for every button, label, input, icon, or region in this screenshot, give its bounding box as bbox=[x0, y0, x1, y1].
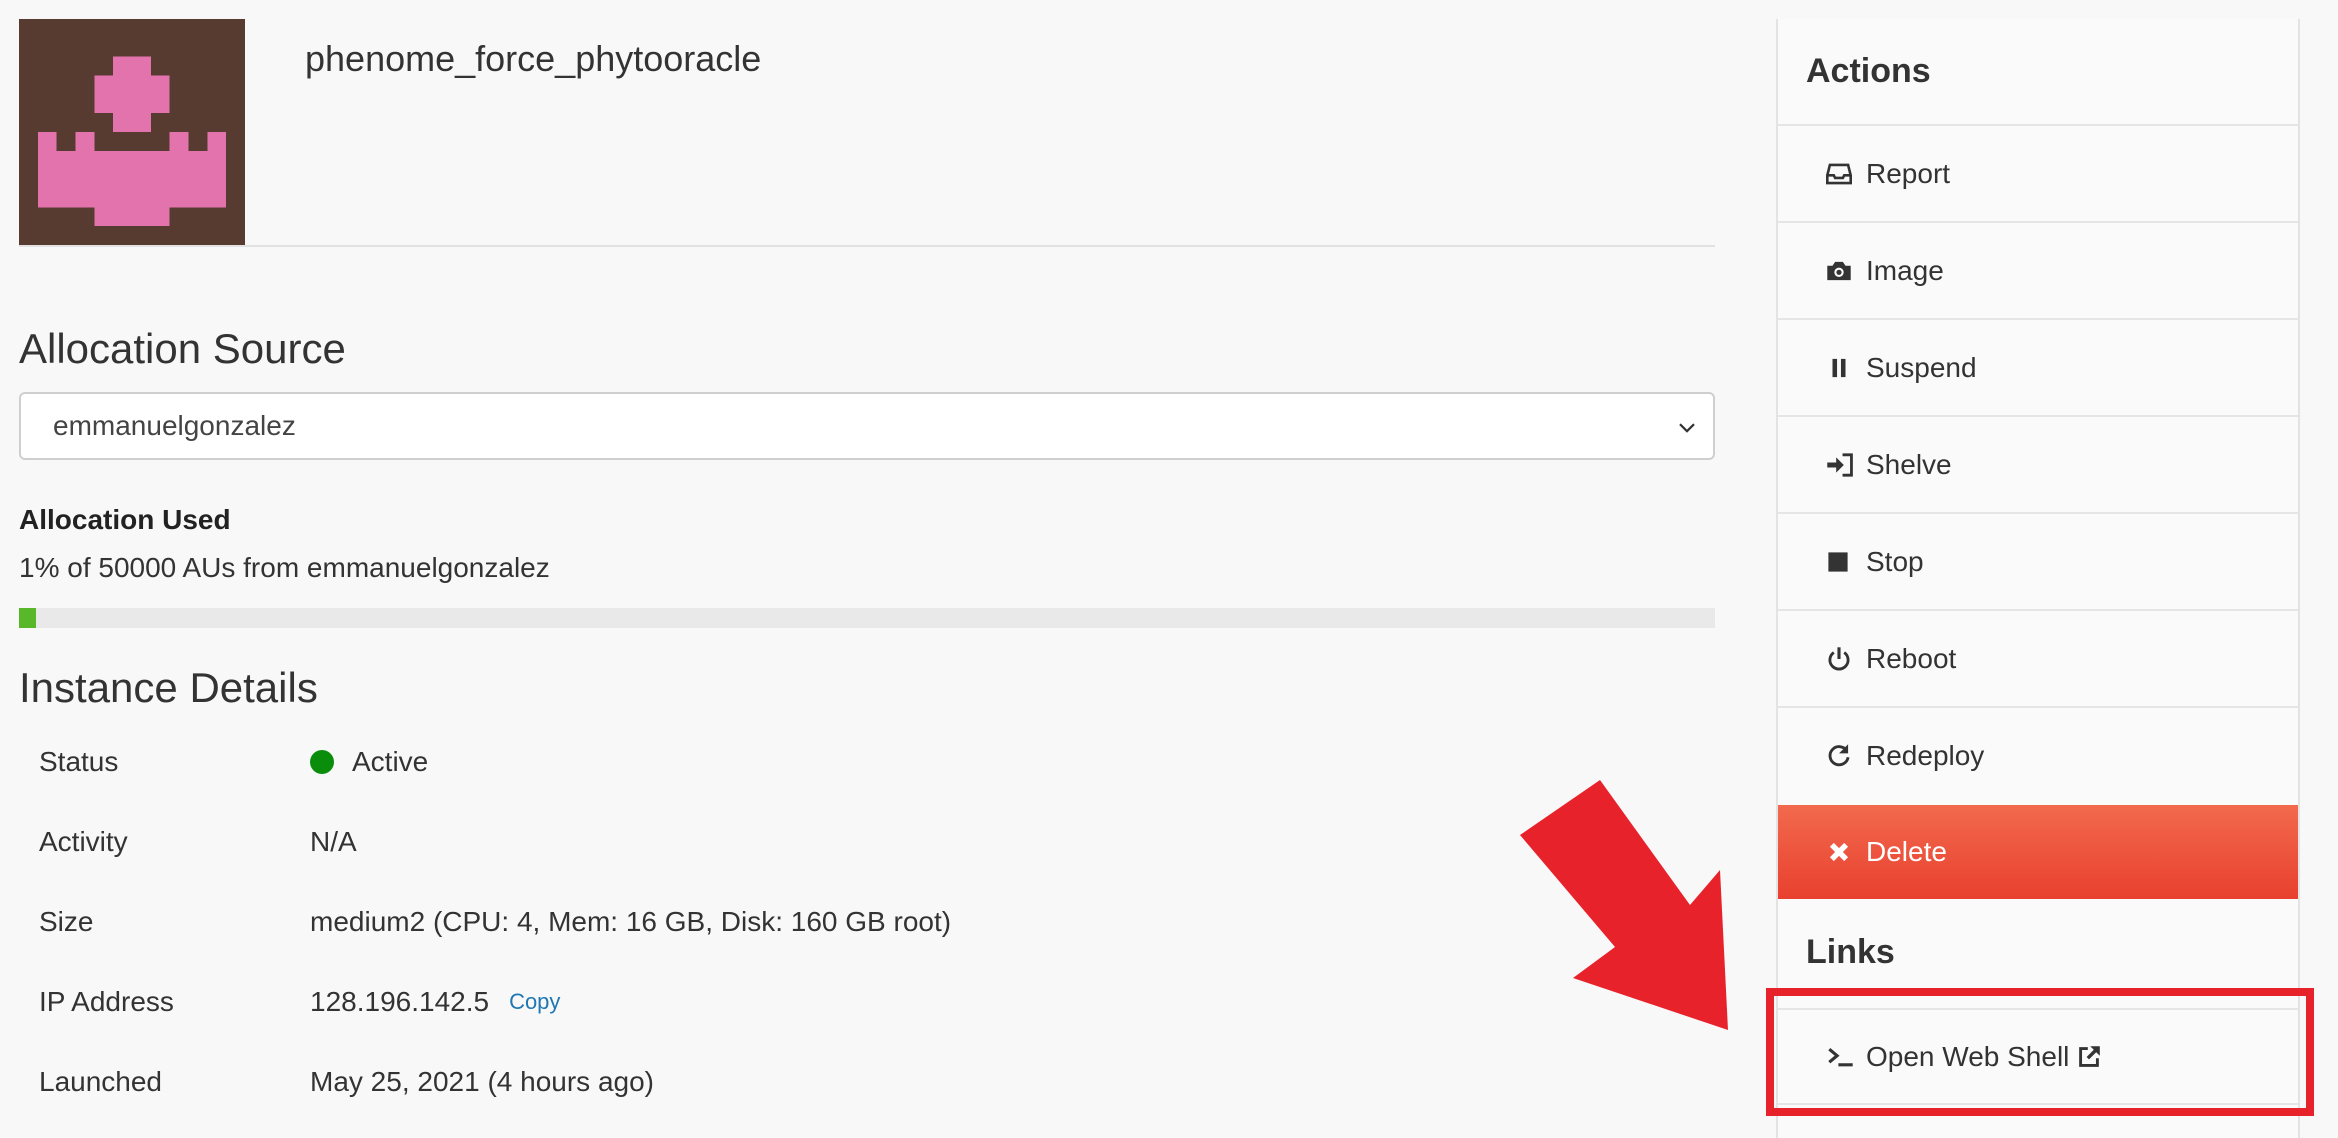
copy-ip-link[interactable]: Copy bbox=[509, 989, 560, 1015]
allocation-source-title: Allocation Source bbox=[19, 325, 346, 372]
allocation-used-text: 1% of 50000 AUs from emmanuelgonzalez bbox=[19, 552, 550, 583]
sign-in-icon bbox=[1826, 452, 1860, 478]
identicon-image bbox=[19, 19, 245, 245]
ip-value: 128.196.142.5 bbox=[310, 986, 490, 1017]
action-suspend-button[interactable]: Suspend bbox=[1778, 318, 2298, 415]
ip-value-group: 128.196.142.5 Copy bbox=[310, 986, 560, 1018]
action-reboot-button[interactable]: Reboot bbox=[1778, 609, 2298, 706]
action-report-label: Report bbox=[1866, 157, 1951, 189]
stop-icon bbox=[1826, 550, 1860, 574]
arrow-down-right-icon bbox=[1520, 780, 1728, 1030]
action-image-button[interactable]: Image bbox=[1778, 221, 2298, 318]
ip-label: IP Address bbox=[39, 986, 174, 1017]
detail-row-status: Status Active bbox=[0, 746, 1700, 796]
action-delete-button[interactable]: Delete bbox=[1778, 805, 2298, 899]
allocation-source-value: emmanuelgonzalez bbox=[53, 410, 296, 441]
action-suspend-label: Suspend bbox=[1866, 351, 1977, 383]
activity-label: Activity bbox=[39, 826, 128, 857]
instance-avatar bbox=[19, 19, 245, 245]
action-report-button[interactable]: Report bbox=[1778, 124, 2298, 221]
launched-value: May 25, 2021 (4 hours ago) bbox=[310, 1066, 654, 1097]
status-indicator-icon bbox=[310, 750, 334, 774]
instance-details-title: Instance Details bbox=[19, 664, 318, 711]
action-stop-button[interactable]: Stop bbox=[1778, 512, 2298, 609]
actions-sidebar: Actions Report Image Suspend Shelve Stop bbox=[1776, 19, 2300, 1138]
action-redeploy-label: Redeploy bbox=[1866, 739, 1985, 771]
header-divider bbox=[19, 245, 1715, 247]
action-shelve-button[interactable]: Shelve bbox=[1778, 415, 2298, 512]
times-icon bbox=[1826, 839, 1860, 865]
action-redeploy-button[interactable]: Redeploy bbox=[1778, 706, 2298, 803]
activity-value: N/A bbox=[310, 826, 357, 857]
launched-label: Launched bbox=[39, 1066, 163, 1097]
status-label: Status bbox=[39, 746, 119, 777]
action-shelve-label: Shelve bbox=[1866, 448, 1952, 480]
detail-row-size: Size medium2 (CPU: 4, Mem: 16 GB, Disk: … bbox=[0, 906, 1700, 956]
detail-row-activity: Activity N/A bbox=[0, 826, 1700, 876]
allocation-source-select[interactable]: emmanuelgonzalez bbox=[19, 392, 1715, 460]
size-value: medium2 (CPU: 4, Mem: 16 GB, Disk: 160 G… bbox=[310, 906, 952, 937]
actions-heading: Actions bbox=[1806, 52, 1931, 90]
chevron-down-icon bbox=[1679, 423, 1695, 433]
detail-row-launched: Launched May 25, 2021 (4 hours ago) bbox=[0, 1066, 1700, 1116]
instance-name: phenome_force_phytooracle bbox=[305, 38, 762, 79]
allocation-progress-fill bbox=[19, 608, 36, 628]
status-value: Active bbox=[310, 746, 428, 778]
action-stop-label: Stop bbox=[1866, 545, 1924, 577]
power-icon bbox=[1826, 646, 1860, 672]
allocation-progress-bar bbox=[19, 608, 1715, 628]
action-image-label: Image bbox=[1866, 254, 1944, 286]
inbox-icon bbox=[1826, 161, 1860, 187]
camera-icon bbox=[1826, 258, 1860, 284]
detail-row-ip: IP Address 128.196.142.5 Copy bbox=[0, 986, 1700, 1036]
status-text: Active bbox=[352, 746, 429, 777]
size-label: Size bbox=[39, 906, 94, 937]
links-heading: Links bbox=[1806, 933, 1895, 971]
action-reboot-label: Reboot bbox=[1866, 642, 1957, 674]
action-delete-label: Delete bbox=[1866, 836, 1947, 867]
pause-icon bbox=[1826, 355, 1860, 381]
allocation-used-label: Allocation Used bbox=[19, 504, 231, 535]
redo-icon bbox=[1826, 743, 1860, 769]
annotation-highlight-box bbox=[1766, 988, 2314, 1116]
